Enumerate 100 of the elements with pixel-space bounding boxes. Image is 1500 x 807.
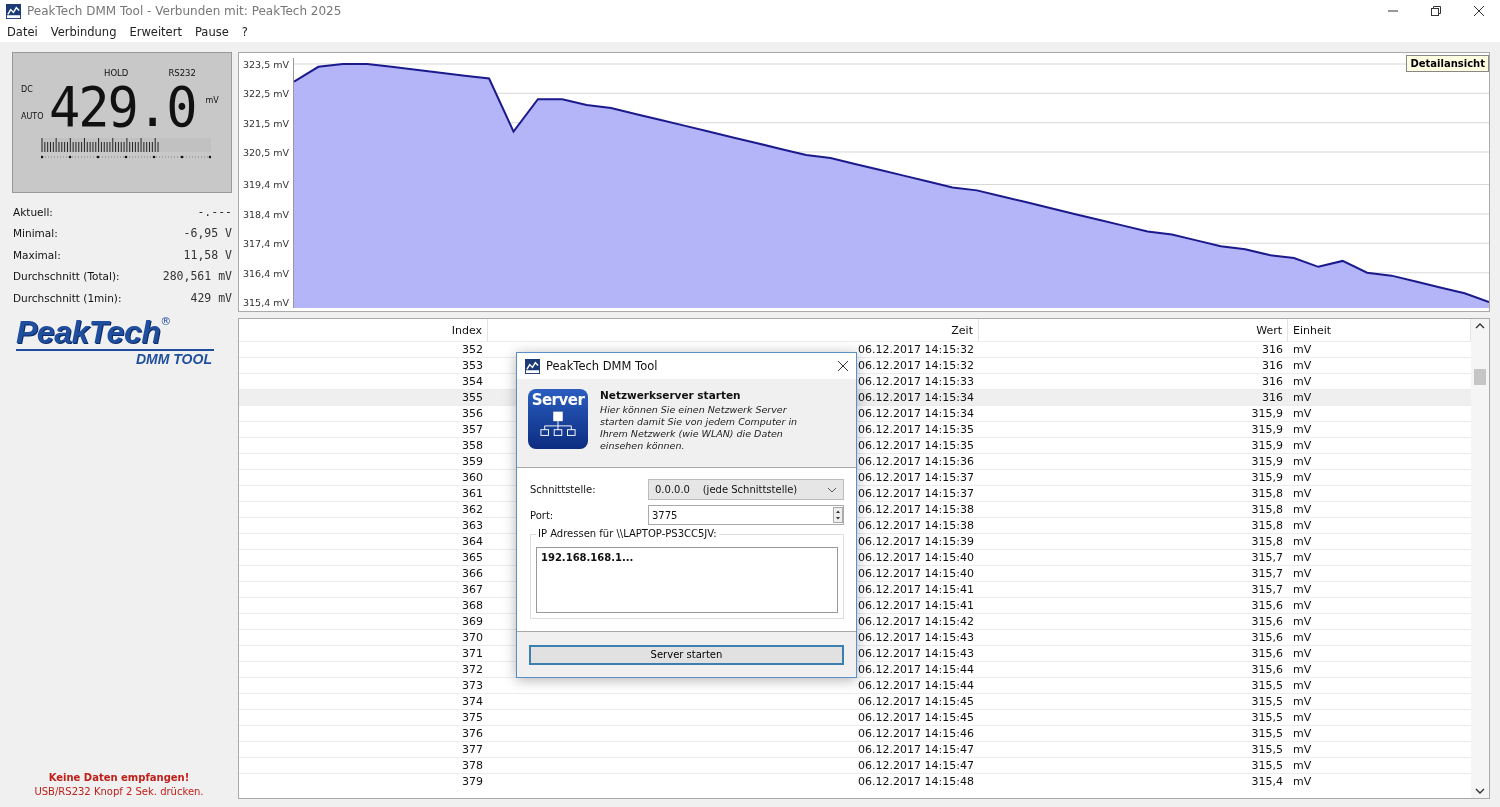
table-cell: mV — [1293, 391, 1312, 404]
table-cell: 06.12.2017 14:15:41 — [858, 583, 974, 596]
table-cell: mV — [1293, 711, 1312, 724]
table-cell: 362 — [462, 503, 483, 516]
table-cell: 371 — [462, 647, 483, 660]
dialog-description: Hier können Sie einen Netzwerk Server starten damit Sie von jedem Computer in Ihrem Netzwerk (wie WLAN) die Daten einsehen können. — [600, 404, 799, 452]
table-cell: 315,6 — [1251, 663, 1283, 676]
y-axis-label: 322,5 mV — [243, 87, 289, 99]
table-cell: 355 — [462, 391, 483, 404]
table-cell: 359 — [462, 455, 483, 468]
table-cell: 06.12.2017 14:15:32 — [858, 359, 974, 372]
table-cell: 365 — [462, 551, 483, 564]
table-cell: 316 — [1262, 391, 1283, 404]
table-cell: mV — [1293, 471, 1312, 484]
y-axis-label: 315,4 mV — [243, 296, 289, 308]
logo-subtitle: DMM TOOL — [136, 350, 212, 367]
table-cell: 358 — [462, 439, 483, 452]
table-cell: 352 — [462, 343, 483, 356]
interface-indicator: RS232 — [168, 68, 196, 78]
table-cell: mV — [1293, 343, 1312, 356]
stat-value: 429 mV — [190, 290, 232, 305]
table-cell: 315,8 — [1251, 519, 1283, 532]
table-cell: 06.12.2017 14:15:34 — [858, 407, 974, 420]
table-cell: 377 — [462, 743, 483, 756]
table-cell: 315,5 — [1251, 679, 1283, 692]
stat-label: Durchschnitt (Total): — [13, 270, 120, 283]
table-cell: mV — [1293, 439, 1312, 452]
table-cell: mV — [1293, 727, 1312, 740]
range-indicator: AUTO — [21, 112, 45, 121]
table-cell: 315,9 — [1251, 455, 1283, 468]
table-cell: 315,5 — [1251, 711, 1283, 724]
table-cell: 06.12.2017 14:15:45 — [858, 711, 974, 724]
table-cell: 315,5 — [1251, 759, 1283, 772]
table-cell: mV — [1293, 583, 1312, 596]
hold-indicator: HOLD — [104, 68, 129, 78]
table-cell: mV — [1293, 567, 1312, 580]
table-cell: 356 — [462, 407, 483, 420]
stat-label: Aktuell: — [13, 205, 53, 218]
table-cell: 315,4 — [1251, 775, 1283, 788]
table-cell: mV — [1293, 407, 1312, 420]
table-cell: 353 — [462, 359, 483, 372]
y-axis-label: 319,4 mV — [243, 178, 289, 190]
stat-value: 11,58 V — [183, 247, 232, 262]
table-cell: mV — [1293, 759, 1312, 772]
table-cell: 366 — [462, 567, 483, 580]
table-cell: mV — [1293, 631, 1312, 644]
table-cell: 315,8 — [1251, 487, 1283, 500]
table-cell: 315,5 — [1251, 727, 1283, 740]
table-cell: mV — [1293, 775, 1312, 788]
table-cell: mV — [1293, 663, 1312, 676]
table-cell: 364 — [462, 535, 483, 548]
table-cell: 315,8 — [1251, 503, 1283, 516]
table-cell: 06.12.2017 14:15:35 — [858, 423, 974, 436]
lcd-unit: mV — [204, 95, 219, 105]
table-cell: mV — [1293, 679, 1312, 692]
table-cell: 06.12.2017 14:15:45 — [858, 695, 974, 708]
window-title: PeakTech DMM Tool - Verbunden mit: PeakTech 2025 — [27, 4, 342, 18]
table-cell: 315,6 — [1251, 631, 1283, 644]
table-cell: 06.12.2017 14:15:33 — [858, 375, 974, 388]
table-cell: 369 — [462, 615, 483, 628]
stat-value: -.--- — [197, 204, 232, 219]
table-cell: 368 — [462, 599, 483, 612]
table-cell: 315,7 — [1251, 551, 1283, 564]
stat-label: Maximal: — [13, 248, 61, 261]
table-cell: 06.12.2017 14:15:39 — [858, 535, 974, 548]
table-cell: mV — [1293, 615, 1312, 628]
table-cell: 316 — [1262, 375, 1283, 388]
table-cell: 06.12.2017 14:15:47 — [858, 759, 974, 772]
table-cell: 315,6 — [1251, 615, 1283, 628]
stat-label: Durchschnitt (1min): — [13, 291, 122, 304]
table-cell: mV — [1293, 487, 1312, 500]
table-cell: mV — [1293, 423, 1312, 436]
table-cell: 06.12.2017 14:15:42 — [858, 615, 974, 628]
table-cell: 315,6 — [1251, 599, 1283, 612]
table-cell: mV — [1293, 375, 1312, 388]
table-cell: 374 — [462, 695, 483, 708]
interface-label: Schnittstelle: — [530, 484, 597, 495]
y-axis-label: 318,4 mV — [243, 208, 289, 220]
registered-mark: ® — [160, 314, 172, 328]
table-cell: 354 — [462, 375, 483, 388]
table-cell: 06.12.2017 14:15:32 — [858, 343, 974, 356]
table-cell: 06.12.2017 14:15:36 — [858, 455, 974, 468]
table-cell: 06.12.2017 14:15:47 — [858, 743, 974, 756]
table-cell: 375 — [462, 711, 483, 724]
table-cell: 315,7 — [1251, 583, 1283, 596]
table-cell: mV — [1293, 599, 1312, 612]
stat-value: -6,95 V — [183, 226, 232, 241]
table-cell: 363 — [462, 519, 483, 532]
table-cell: 315,7 — [1251, 567, 1283, 580]
table-cell: mV — [1293, 551, 1312, 564]
table-cell: 315,8 — [1251, 535, 1283, 548]
y-axis-label: 317,4 mV — [243, 237, 289, 249]
table-cell: 315,6 — [1251, 647, 1283, 660]
table-cell: 315,9 — [1251, 471, 1283, 484]
server-icon: Server — [528, 389, 588, 449]
table-cell: 361 — [462, 487, 483, 500]
table-cell: 06.12.2017 14:15:38 — [858, 503, 974, 516]
table-cell: 315,5 — [1251, 695, 1283, 708]
table-cell: 373 — [462, 679, 483, 692]
mode-indicator: DC — [21, 85, 34, 94]
